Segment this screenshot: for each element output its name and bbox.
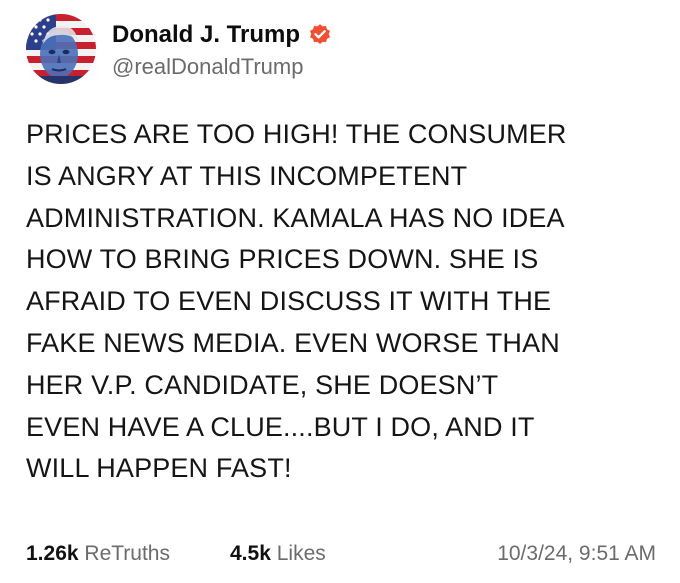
- post-timestamp[interactable]: 10/3/24, 9:51 AM: [497, 542, 656, 566]
- post-header: Donald J. Trump @realDonaldTrump: [26, 14, 646, 86]
- avatar[interactable]: [26, 14, 96, 84]
- flag-portrait-avatar-icon: [26, 14, 96, 84]
- likes-label: Likes: [276, 542, 326, 565]
- author-handle[interactable]: @realDonaldTrump: [112, 54, 303, 80]
- post-footer: 1.26k ReTruths 4.5k Likes 10/3/24, 9:51 …: [26, 542, 656, 572]
- likes-stat[interactable]: 4.5k Likes: [230, 542, 326, 566]
- retruths-label: ReTruths: [84, 542, 170, 565]
- author-name-row: Donald J. Trump: [112, 18, 332, 52]
- retruths-count: 1.26k: [26, 542, 79, 565]
- verified-badge-icon: [310, 24, 331, 44]
- post-text: PRICES ARE TOO HIGH! THE CONSUMER IS ANG…: [26, 119, 567, 484]
- truth-post: Donald J. Trump @realDonaldTrump PRICES …: [0, 0, 680, 583]
- likes-count: 4.5k: [230, 542, 271, 565]
- author-display-name[interactable]: Donald J. Trump: [112, 21, 300, 49]
- retruths-stat[interactable]: 1.26k ReTruths: [26, 542, 170, 566]
